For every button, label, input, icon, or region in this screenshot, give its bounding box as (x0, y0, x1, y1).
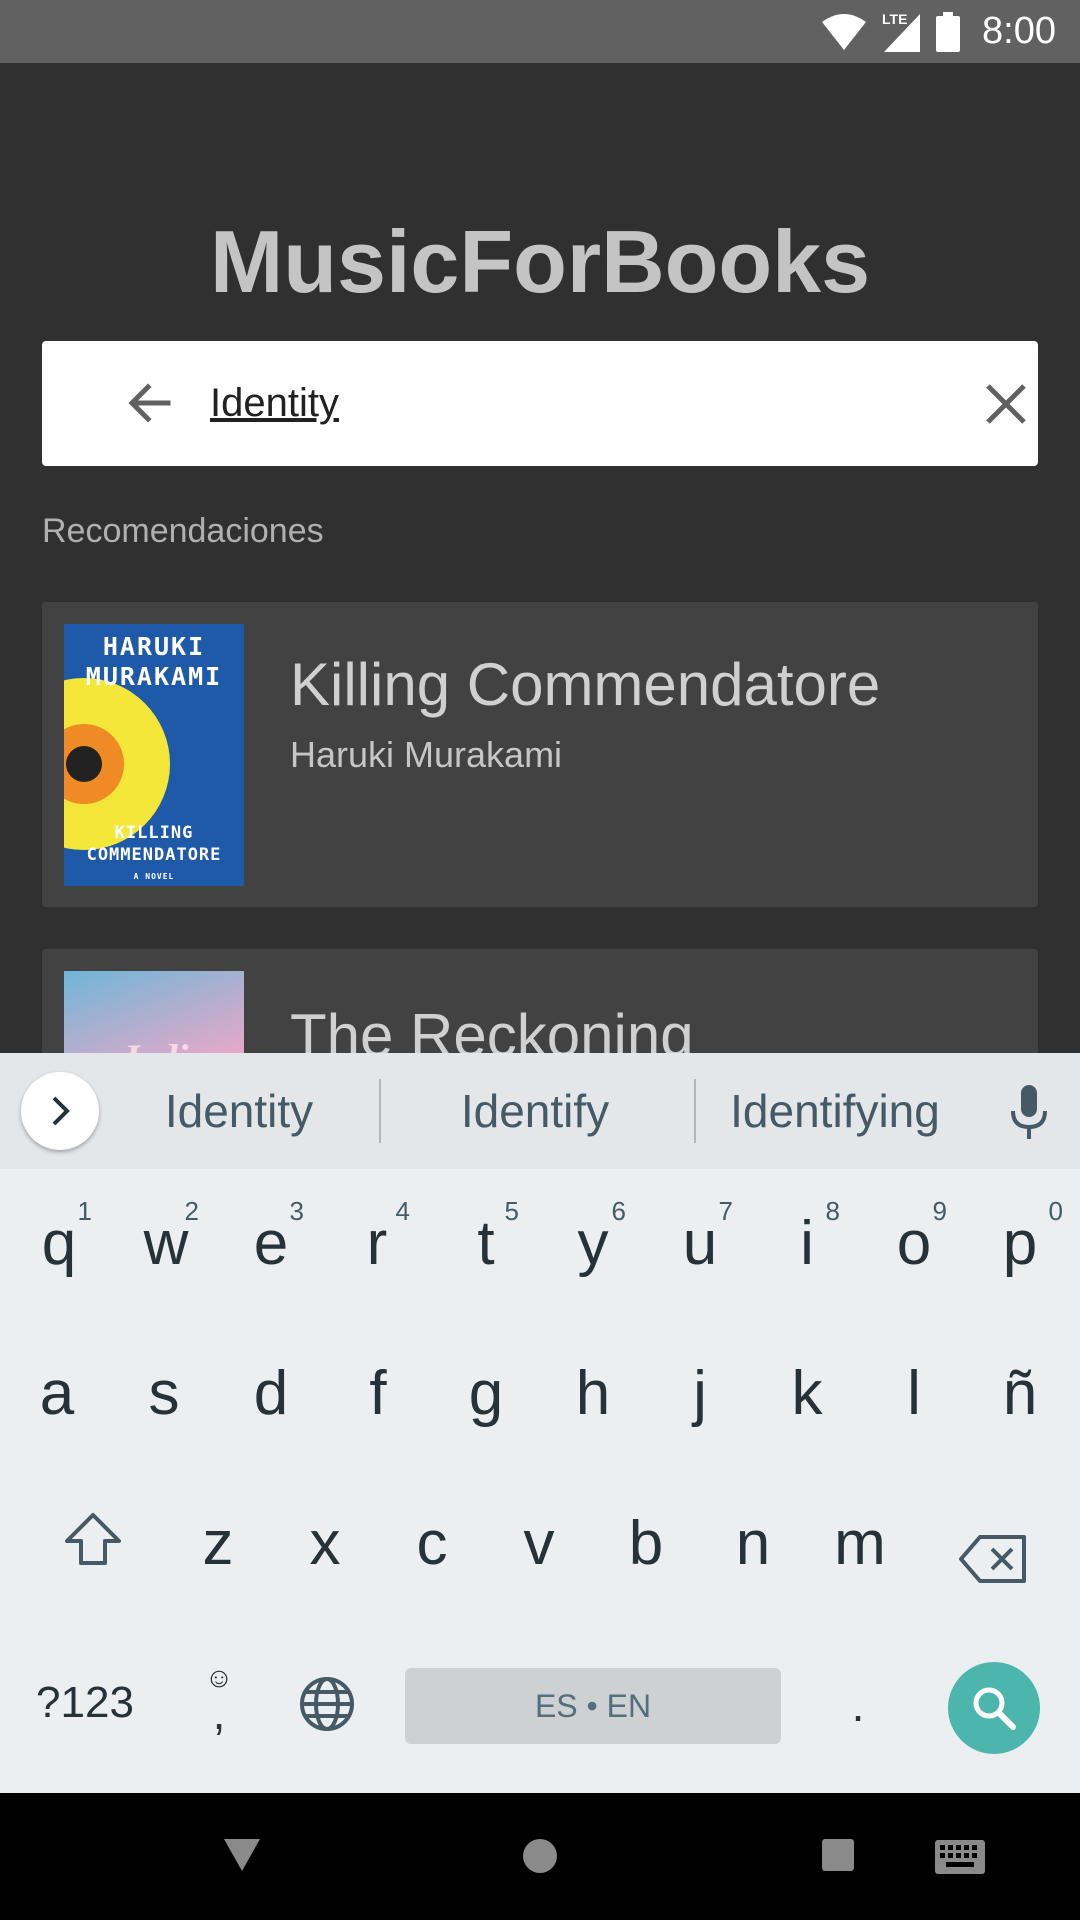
suggestion-divider (694, 1079, 696, 1143)
period-key[interactable]: . (815, 1678, 901, 1732)
key-n[interactable]: n (710, 1508, 796, 1579)
search-input[interactable]: Identity (210, 341, 910, 466)
key-b[interactable]: b (603, 1508, 689, 1579)
arrow-back-icon[interactable] (122, 375, 178, 431)
recents-square-icon[interactable] (821, 1838, 855, 1872)
keyboard: Identity Identify Identifying q1 w2 e3 r… (0, 1053, 1080, 1793)
key-d[interactable]: d (228, 1358, 314, 1429)
key-v[interactable]: v (496, 1508, 582, 1579)
key-a[interactable]: a (14, 1358, 100, 1429)
emoji-comma-key[interactable]: ☺ , (176, 1663, 262, 1737)
symbols-key[interactable]: ?123 (20, 1678, 150, 1728)
key-y[interactable]: y6 (550, 1196, 636, 1279)
search-key[interactable] (948, 1662, 1040, 1754)
backspace-icon (959, 1535, 1026, 1583)
book-author: Haruki Murakami (290, 734, 563, 775)
key-m[interactable]: m (817, 1508, 903, 1579)
key-e[interactable]: e3 (228, 1196, 314, 1279)
recommendations-label: Recomendaciones (42, 512, 324, 550)
book-cover: HARUKI MURAKAMI KILLING COMMENDATORE A N… (64, 624, 244, 886)
wifi-icon (822, 13, 867, 50)
mic-icon[interactable] (1005, 1085, 1053, 1141)
search-box[interactable]: Identity (42, 341, 1038, 466)
key-f[interactable]: f (335, 1358, 421, 1429)
suggestion-item[interactable]: Identity (132, 1053, 346, 1169)
key-p[interactable]: p0 (977, 1196, 1063, 1279)
key-h[interactable]: h (550, 1358, 636, 1429)
keyboard-switch-icon[interactable] (934, 1839, 986, 1875)
app-title: MusicForBooks (209, 212, 871, 311)
shift-icon (65, 1513, 121, 1565)
search-icon (973, 1687, 1016, 1730)
key-w[interactable]: w2 (123, 1196, 209, 1279)
key-c[interactable]: c (389, 1508, 475, 1579)
key-n-tilde[interactable]: ñ (977, 1358, 1063, 1429)
key-s[interactable]: s (121, 1358, 207, 1429)
backspace-key[interactable] (950, 1529, 1036, 1600)
key-o[interactable]: o9 (871, 1196, 957, 1279)
book-card[interactable]: HARUKI MURAKAMI KILLING COMMENDATORE A N… (42, 602, 1038, 907)
battery-icon (936, 11, 961, 52)
globe-icon (300, 1677, 354, 1731)
signal-icon: LTE (882, 11, 921, 52)
book-title: Killing Commendatore (290, 651, 881, 718)
key-x[interactable]: x (282, 1508, 368, 1579)
language-key[interactable] (284, 1675, 370, 1748)
status-time: 8:00 (982, 10, 1056, 52)
shift-key[interactable] (50, 1511, 136, 1582)
home-circle-icon[interactable] (521, 1837, 559, 1875)
suggestion-divider (379, 1079, 381, 1143)
key-z[interactable]: z (175, 1508, 261, 1579)
key-k[interactable]: k (764, 1358, 850, 1429)
key-t[interactable]: t5 (443, 1196, 529, 1279)
svg-text:LTE: LTE (882, 11, 907, 27)
back-triangle-icon[interactable] (222, 1837, 262, 1873)
key-r[interactable]: r4 (334, 1196, 420, 1279)
suggestion-item[interactable]: Identifying (718, 1053, 952, 1169)
key-q[interactable]: q1 (16, 1196, 102, 1279)
key-j[interactable]: j (657, 1358, 743, 1429)
navigation-bar (0, 1793, 1080, 1920)
chevron-right-icon (52, 1096, 70, 1126)
key-g[interactable]: g (443, 1358, 529, 1429)
close-icon[interactable] (980, 378, 1032, 430)
key-i[interactable]: i8 (764, 1196, 850, 1279)
key-l[interactable]: l (871, 1358, 957, 1429)
suggestion-item[interactable]: Identify (428, 1053, 642, 1169)
status-bar: LTE 8:00 (0, 0, 1080, 63)
key-u[interactable]: u7 (657, 1196, 743, 1279)
expand-suggestions-button[interactable] (21, 1072, 99, 1150)
space-bar[interactable]: ES • EN (405, 1668, 781, 1744)
suggestion-bar: Identity Identify Identifying (0, 1053, 1080, 1169)
